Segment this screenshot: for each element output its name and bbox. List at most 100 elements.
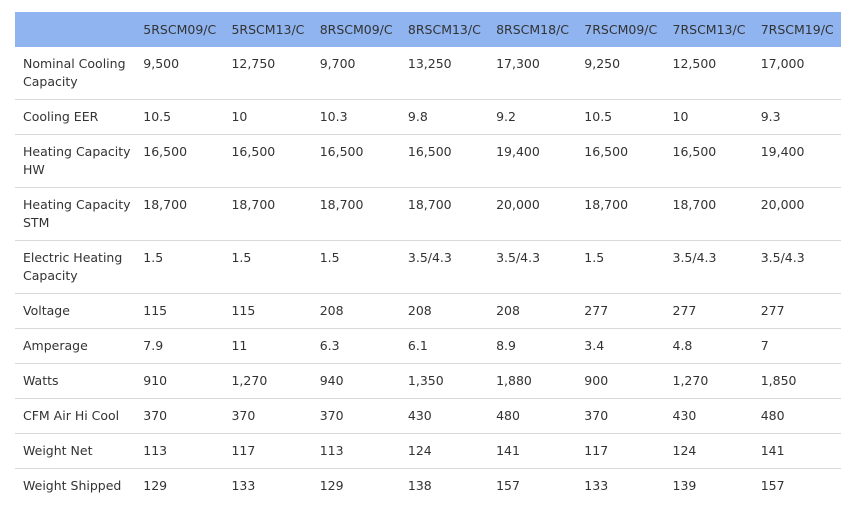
- row-label: CFM Air Hi Cool: [15, 398, 136, 434]
- table-cell: 370: [135, 398, 224, 434]
- table-cell: 16,500: [311, 134, 400, 188]
- table-cell: 7.9: [135, 328, 224, 364]
- row-label: Amperage: [15, 328, 136, 364]
- table-cell: 8.9: [488, 328, 577, 364]
- table-cell: 370: [311, 398, 400, 434]
- table-cell: 4.8: [664, 328, 753, 364]
- table-cell: 9,500: [135, 47, 224, 100]
- table-cell: 18,700: [576, 187, 665, 241]
- table-cell: 1,350: [399, 363, 489, 399]
- row-label: Cooling EER: [15, 99, 136, 135]
- table-cell: 16,500: [223, 134, 312, 188]
- table-row: Amperage 7.9 11 6.3 6.1 8.9 3.4 4.8 7: [15, 328, 841, 364]
- table-cell: 18,700: [399, 187, 489, 241]
- table-cell: 370: [223, 398, 312, 434]
- table-cell: 13,250: [399, 47, 489, 100]
- table-cell: 12,750: [223, 47, 312, 100]
- table-cell: 1.5: [135, 240, 224, 294]
- spec-table-page: 5RSCM09/C 5RSCM13/C 8RSCM09/C 8RSCM13/C 8RSC…: [0, 0, 856, 516]
- table-cell: 3.4: [576, 328, 665, 364]
- table-cell: 1,270: [664, 363, 753, 399]
- table-cell: 3.5/4.3: [488, 240, 577, 294]
- column-header: 8RSCM18/C: [496, 22, 570, 37]
- table-cell: 16,500: [399, 134, 489, 188]
- table-cell: 17,300: [488, 47, 577, 100]
- header-cell-empty: [15, 12, 135, 47]
- table-cell: 113: [135, 433, 224, 469]
- table-cell: 430: [399, 398, 489, 434]
- table-cell: 480: [488, 398, 577, 434]
- table-cell: 18,700: [135, 187, 224, 241]
- column-header: 5RSCM09/C: [143, 22, 217, 37]
- table-row: Weight Shipped 129 133 129 138 157 133 139 157: [15, 469, 841, 504]
- table-cell: 12,500: [664, 47, 753, 100]
- table-cell: 208: [488, 293, 577, 329]
- row-label: Heating Capacity STM: [15, 187, 136, 241]
- column-header: 7RSCM09/C: [584, 22, 658, 37]
- table-cell: 900: [576, 363, 665, 399]
- table-cell: 157: [760, 478, 785, 493]
- table-cell: 1,880: [488, 363, 577, 399]
- table-cell: 9.8: [399, 99, 489, 135]
- row-label: Weight Net: [15, 433, 136, 469]
- table-cell: 113: [311, 433, 400, 469]
- table-cell: 208: [311, 293, 400, 329]
- row-label: Voltage: [15, 293, 136, 329]
- table-cell: 16,500: [664, 134, 753, 188]
- table-cell: 19,400: [752, 134, 841, 188]
- table-cell: 480: [752, 398, 841, 434]
- table-cell: 20,000: [488, 187, 577, 241]
- table-cell: 430: [664, 398, 753, 434]
- table-cell: 940: [311, 363, 400, 399]
- table-cell: 157: [496, 478, 520, 493]
- table-cell: 139: [672, 478, 697, 493]
- table-cell: 18,700: [311, 187, 400, 241]
- table-cell: 11: [223, 328, 312, 364]
- table-cell: 10.5: [576, 99, 665, 135]
- table-cell: 7: [752, 328, 841, 364]
- table-cell: 115: [135, 293, 224, 329]
- table-cell: 20,000: [752, 187, 841, 241]
- table-cell: 9,250: [576, 47, 665, 100]
- table-cell: 6.3: [311, 328, 400, 364]
- table-row: Voltage 115 115 208 208 208 277 277 277: [15, 293, 841, 329]
- table-cell: 117: [223, 433, 312, 469]
- table-cell: 1.5: [311, 240, 400, 294]
- table-cell: 10.5: [135, 99, 224, 135]
- table-row: Watts 910 1,270 940 1,350 1,880 900 1,270 1,850: [15, 363, 841, 399]
- table-cell: 3.5/4.3: [399, 240, 489, 294]
- table-cell: 3.5/4.3: [752, 240, 841, 294]
- table-cell: 9.3: [752, 99, 841, 135]
- table-body: Nominal Cooling Capacity 9,500 12,750 9,700…: [15, 47, 841, 503]
- table-row: Electric Heating Capacity 1.5 1.5 1.5 3.5/4.…: [15, 240, 841, 294]
- header-row: 5RSCM09/C 5RSCM13/C 8RSCM09/C 8RSCM13/C 8RSC…: [15, 12, 841, 47]
- table-cell: 6.1: [399, 328, 489, 364]
- table-row: Cooling EER 10.5 10 10.3 9.8 9.2 10.5 10 9.3: [15, 99, 841, 135]
- table-header: 5RSCM09/C 5RSCM13/C 8RSCM09/C 8RSCM13/C 8RSC…: [15, 12, 841, 47]
- table-cell: 133: [584, 478, 609, 493]
- table-cell: 115: [223, 293, 312, 329]
- table-cell: 277: [576, 293, 665, 329]
- table-cell: 17,000: [752, 47, 841, 100]
- table-cell: 277: [664, 293, 753, 329]
- table-cell: 117: [576, 433, 665, 469]
- table-cell: 3.5/4.3: [664, 240, 753, 294]
- table-cell: 18,700: [223, 187, 312, 241]
- column-header: 7RSCM19/C: [760, 22, 834, 37]
- column-header: 5RSCM13/C: [231, 22, 305, 37]
- table-cell: 1.5: [223, 240, 312, 294]
- table-cell: 9,700: [311, 47, 400, 100]
- table-cell: 16,500: [576, 134, 665, 188]
- table-cell: 10.3: [311, 99, 400, 135]
- table-cell: 18,700: [664, 187, 753, 241]
- table-cell: 129: [143, 478, 168, 493]
- specifications-table: 5RSCM09/C 5RSCM13/C 8RSCM09/C 8RSCM13/C 8RSC…: [15, 12, 841, 503]
- table-row: Heating Capacity STM 18,700 18,700 18,700 18…: [15, 187, 841, 241]
- table-cell: 133: [231, 478, 256, 493]
- table-row: Heating Capacity HW 16,500 16,500 16,500 16,…: [15, 134, 841, 188]
- row-label: Weight Shipped: [23, 478, 122, 493]
- table-cell: 9.2: [488, 99, 577, 135]
- table-cell: 141: [488, 433, 577, 469]
- row-label: Watts: [15, 363, 136, 399]
- table-cell: 1,270: [223, 363, 312, 399]
